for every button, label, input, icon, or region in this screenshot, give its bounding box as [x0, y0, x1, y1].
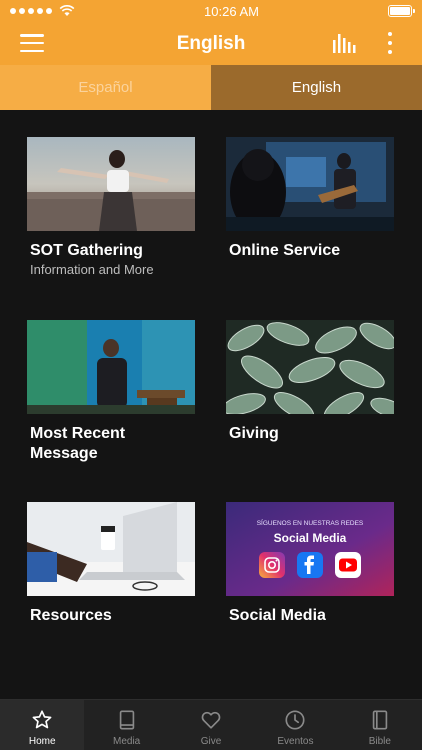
- tab-english[interactable]: English: [211, 65, 422, 110]
- book-icon: [119, 710, 134, 730]
- battery-icon: [388, 5, 415, 17]
- tab-eventos[interactable]: Eventos: [253, 700, 337, 750]
- social-media-banner: SÍGUENOS EN NUESTRAS REDES Social Media: [226, 502, 394, 596]
- tab-label: Media: [112, 736, 141, 747]
- tab-espanol[interactable]: Español: [0, 65, 211, 110]
- heart-icon: [201, 711, 221, 729]
- equalizer-icon[interactable]: [332, 32, 356, 54]
- tab-label: Eventos: [277, 736, 314, 747]
- tab-label: Bible: [368, 736, 391, 747]
- tab-give[interactable]: Give: [169, 700, 253, 750]
- card-title: SOT Gathering: [30, 242, 143, 259]
- card-social-media[interactable]: SÍGUENOS EN NUESTRAS REDES Social Media: [226, 502, 394, 626]
- tab-label: Home: [28, 736, 56, 747]
- card-online-service[interactable]: Online Service: [226, 137, 394, 261]
- clock-icon: [285, 710, 305, 730]
- tab-bible[interactable]: Bible: [338, 700, 422, 750]
- wifi-icon: [59, 5, 75, 16]
- bible-icon: [372, 710, 388, 730]
- online-service-image: [226, 137, 394, 231]
- page-title: English: [176, 32, 246, 54]
- social-banner-caption: SÍGUENOS EN NUESTRAS REDES: [257, 518, 364, 527]
- language-tabs: Español English: [0, 65, 422, 110]
- sot-gathering-image: [27, 137, 195, 231]
- star-icon: [32, 710, 52, 729]
- card-most-recent-message[interactable]: Most Recent Message: [27, 320, 195, 464]
- facebook-icon: [297, 552, 323, 578]
- card-giving[interactable]: Giving: [226, 320, 394, 444]
- app-header: English: [0, 22, 422, 65]
- card-title: Resources: [30, 607, 112, 624]
- card-title: Giving: [229, 425, 279, 442]
- resources-image: [27, 502, 195, 596]
- youtube-icon: [335, 552, 361, 578]
- more-options-icon[interactable]: [386, 32, 394, 54]
- giving-image: [226, 320, 394, 414]
- status-time: 10:26 AM: [204, 3, 259, 19]
- card-title: Social Media: [229, 607, 326, 624]
- card-title: Online Service: [229, 242, 341, 259]
- social-banner-heading: Social Media: [274, 531, 347, 545]
- card-subtitle: Information and More: [30, 262, 154, 277]
- status-bar: 10:26 AM: [0, 0, 422, 22]
- card-title: Most Recent Message: [30, 425, 126, 462]
- bottom-tab-bar: Home Media Give Eventos Bible: [0, 699, 422, 750]
- tab-media[interactable]: Media: [84, 700, 168, 750]
- card-resources[interactable]: Resources: [27, 502, 195, 626]
- hamburger-menu-button[interactable]: [20, 34, 44, 52]
- instagram-icon: [259, 552, 285, 578]
- tab-home[interactable]: Home: [0, 700, 85, 750]
- tab-label: Give: [200, 736, 222, 747]
- most-recent-message-image: [27, 320, 195, 414]
- card-sot-gathering[interactable]: SOT Gathering Information and More: [27, 137, 195, 279]
- signal-strength: [10, 5, 75, 17]
